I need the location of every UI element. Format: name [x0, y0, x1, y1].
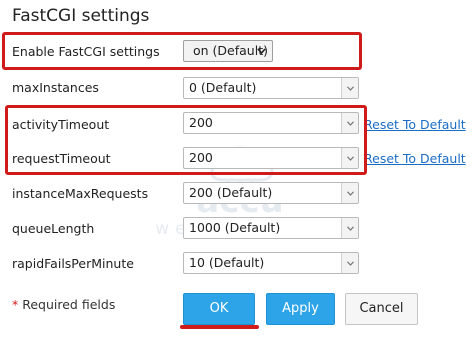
- required-fields-note: * Required fields: [12, 297, 115, 312]
- rapid-fails-per-minute-label: rapidFailsPerMinute: [12, 256, 134, 271]
- max-instances-combobox[interactable]: 0 (Default): [183, 77, 359, 99]
- required-star: *: [12, 297, 19, 312]
- cancel-button[interactable]: Cancel: [345, 293, 418, 325]
- max-instances-value: 0 (Default): [189, 80, 257, 95]
- chevron-down-icon: [346, 260, 354, 266]
- ok-button[interactable]: OK: [183, 293, 255, 325]
- instance-max-requests-label: instanceMaxRequests: [12, 186, 149, 201]
- instance-max-requests-combobox[interactable]: 200 (Default): [183, 182, 359, 204]
- instance-max-requests-dropdown[interactable]: [341, 183, 358, 203]
- enable-fastcgi-highlight: [2, 32, 362, 70]
- chevron-down-icon: [346, 225, 354, 231]
- page-title: FastCGI settings: [12, 6, 150, 26]
- ok-highlight-underline: [180, 325, 259, 329]
- rapid-fails-per-minute-dropdown[interactable]: [341, 253, 358, 273]
- queue-length-dropdown[interactable]: [341, 218, 358, 238]
- activity-timeout-reset-link[interactable]: Reset To Default: [364, 117, 466, 132]
- apply-button[interactable]: Apply: [266, 293, 335, 325]
- queue-length-label: queueLength: [12, 221, 95, 236]
- request-timeout-reset-link[interactable]: Reset To Default: [364, 151, 466, 166]
- timeouts-highlight: [5, 105, 367, 175]
- max-instances-dropdown[interactable]: [341, 78, 358, 98]
- rapid-fails-per-minute-value: 10 (Default): [189, 255, 265, 270]
- max-instances-label: maxInstances: [12, 80, 99, 95]
- queue-length-value: 1000 (Default): [189, 220, 281, 235]
- instance-max-requests-value: 200 (Default): [189, 185, 273, 200]
- rapid-fails-per-minute-combobox[interactable]: 10 (Default): [183, 252, 359, 274]
- chevron-down-icon: [346, 85, 354, 91]
- queue-length-combobox[interactable]: 1000 (Default): [183, 217, 359, 239]
- chevron-down-icon: [346, 190, 354, 196]
- required-fields-text: Required fields: [22, 297, 116, 312]
